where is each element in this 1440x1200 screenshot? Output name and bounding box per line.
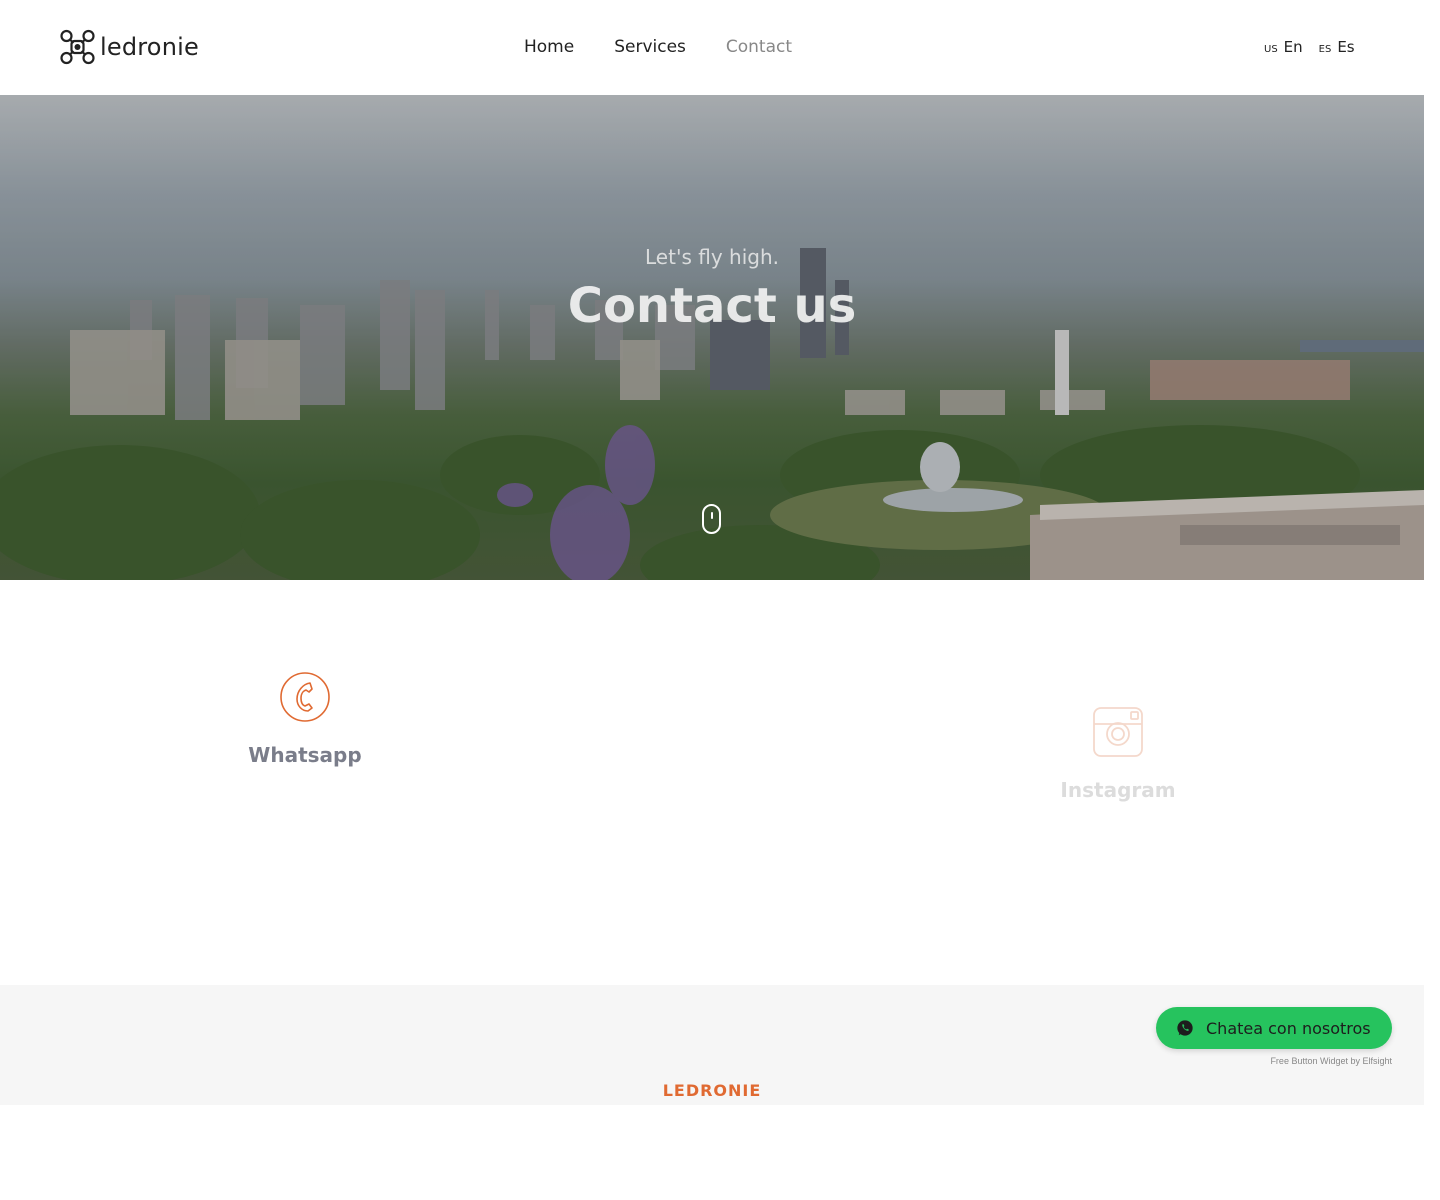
footer-brand: LEDRONIE (662, 1081, 762, 1100)
contact-instagram[interactable]: Instagram (1008, 706, 1228, 802)
drone-icon (60, 29, 95, 65)
nav-contact[interactable]: Contact (726, 36, 792, 58)
lang-en[interactable]: En (1284, 38, 1303, 56)
hero-subtitle: Let's fly high. (645, 245, 779, 269)
widget-credit-link[interactable]: Free Button Widget by Elfsight (1240, 1056, 1392, 1066)
contact-whatsapp[interactable]: Whatsapp (195, 671, 415, 767)
nav-home[interactable]: Home (524, 36, 574, 58)
chat-button-label: Chatea con nosotros (1206, 1018, 1371, 1038)
site-header: ledronie Home Services Contact US En ES … (0, 0, 1424, 95)
contact-whatsapp-label: Whatsapp (248, 743, 362, 767)
instagram-icon (1092, 706, 1144, 758)
contact-instagram-label: Instagram (1060, 778, 1176, 802)
hero-banner: Let's fly high. Contact us (0, 95, 1424, 580)
chat-whatsapp-button[interactable]: Chatea con nosotros (1156, 1007, 1392, 1049)
lang-es[interactable]: Es (1337, 38, 1354, 56)
whatsapp-icon (1177, 1020, 1193, 1036)
lang-flag-es: ES (1318, 44, 1332, 55)
lang-flag-us: US (1264, 44, 1278, 55)
phone-icon (279, 671, 331, 723)
nav-services[interactable]: Services (614, 36, 686, 58)
language-switcher: US En ES Es (1264, 38, 1371, 56)
brand-name: ledronie (100, 33, 199, 61)
brand-logo[interactable]: ledronie (59, 29, 199, 65)
mouse-scroll-icon[interactable] (702, 504, 721, 534)
hero-title: Contact us (567, 278, 857, 334)
main-nav: Home Services Contact (524, 36, 832, 58)
